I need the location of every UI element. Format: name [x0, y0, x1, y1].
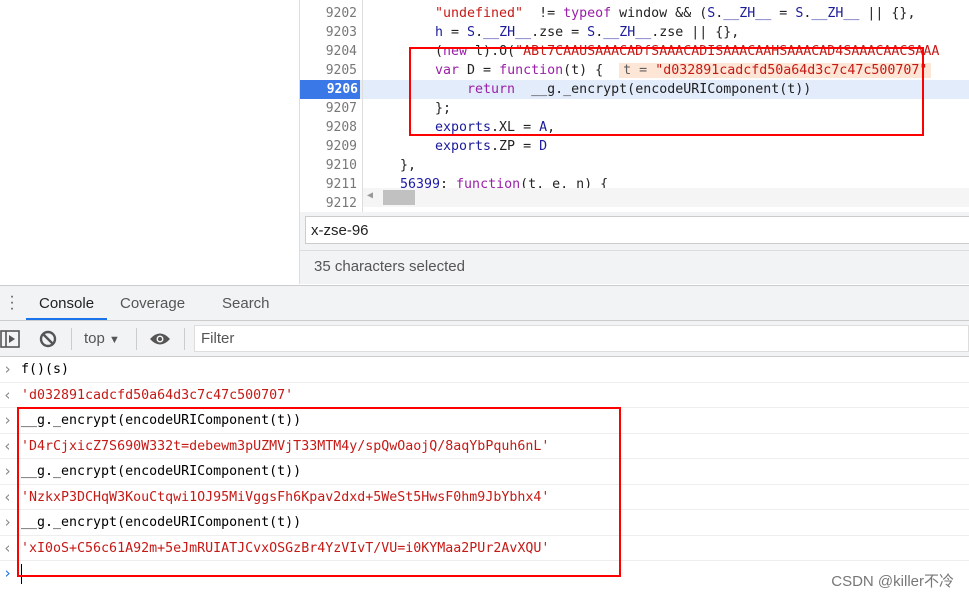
- code-token: .: [475, 25, 484, 40]
- console-text: 'd032891cadcfd50a64d3c7c47c500707': [21, 387, 294, 403]
- line-number[interactable]: 9208: [300, 118, 357, 137]
- code-token: =: [771, 6, 796, 21]
- input-chevron-icon: ›: [3, 411, 13, 429]
- divider: [71, 328, 72, 350]
- line-number[interactable]: 9205: [300, 61, 357, 80]
- line-number[interactable]: 9210: [300, 156, 357, 175]
- console-input-row: › f()(s): [0, 357, 969, 383]
- gutter-divider: [362, 0, 363, 212]
- filter-input[interactable]: Filter: [194, 325, 969, 352]
- console-result-row: ‹ 'd032891cadcfd50a64d3c7c47c500707': [0, 383, 969, 408]
- line-number[interactable]: 9204: [300, 42, 357, 61]
- code-token: exports: [435, 139, 492, 154]
- code-token: =: [443, 25, 468, 40]
- highlight-box-code: [409, 47, 924, 136]
- tab-console[interactable]: Console: [39, 295, 94, 312]
- horizontal-scrollbar[interactable]: ◀: [363, 188, 969, 207]
- code-token: D: [539, 139, 548, 154]
- line-number[interactable]: 9209: [300, 137, 357, 156]
- input-chevron-icon: ›: [3, 360, 13, 378]
- active-tab-indicator: [26, 318, 107, 320]
- code-line: 9202 "undefined" != typeof window && (S._…: [300, 4, 969, 23]
- dropdown-arrow-icon: ▼: [109, 334, 120, 346]
- input-chevron-icon: ›: [3, 462, 13, 480]
- result-chevron-icon: ‹: [3, 487, 13, 506]
- code-token: S: [467, 25, 476, 40]
- console-toolbar: top ▼ Filter: [0, 321, 969, 357]
- line-number[interactable]: 9206: [300, 80, 360, 99]
- code-token: window && (: [611, 6, 708, 21]
- highlight-box-console: [17, 407, 621, 577]
- drawer-tabs: · · · Console Coverage Search: [0, 285, 969, 321]
- code-token: || {},: [859, 6, 916, 21]
- code-token: typeof: [563, 6, 612, 21]
- more-options-icon[interactable]: · · ·: [9, 289, 15, 317]
- search-bar: 35 characters selected: [299, 212, 969, 284]
- search-input[interactable]: [305, 216, 969, 244]
- line-number[interactable]: 9211: [300, 175, 357, 194]
- code-text: h = S.__ZH__.zse = S.__ZH__.zse || {},: [435, 23, 739, 42]
- result-chevron-icon: ‹: [3, 385, 13, 404]
- tab-coverage[interactable]: Coverage: [120, 295, 185, 312]
- code-token: .zse =: [531, 25, 588, 40]
- scrollbar-thumb[interactable]: [383, 190, 415, 205]
- code-token: .: [595, 25, 604, 40]
- divider: [136, 328, 137, 350]
- input-chevron-icon: ›: [3, 513, 13, 531]
- code-line: 9203 h = S.__ZH__.zse = S.__ZH__.zse || {…: [300, 23, 969, 42]
- clear-console-icon[interactable]: [39, 330, 57, 348]
- line-number[interactable]: 9212: [300, 194, 357, 212]
- code-token: __ZH__: [603, 25, 652, 40]
- result-chevron-icon: ‹: [3, 538, 13, 557]
- code-token: "undefined": [435, 6, 524, 21]
- code-token: !=: [523, 6, 564, 21]
- code-text: "undefined" != typeof window && (S.__ZH_…: [435, 4, 915, 23]
- tab-search[interactable]: Search: [222, 295, 270, 312]
- code-text: },: [400, 156, 416, 175]
- code-token: __ZH__: [811, 6, 860, 21]
- code-line: 9210},: [300, 156, 969, 175]
- context-value: top: [84, 330, 105, 347]
- code-token: },: [400, 158, 417, 173]
- code-text: exports.ZP = D: [435, 137, 547, 156]
- code-line: 9209 exports.ZP = D: [300, 137, 969, 156]
- divider: [300, 250, 969, 251]
- code-token: .zse || {},: [651, 25, 740, 40]
- code-token: h: [435, 25, 444, 40]
- line-number[interactable]: 9202: [300, 4, 357, 23]
- scroll-left-icon[interactable]: ◀: [367, 190, 373, 201]
- code-token: __ZH__: [723, 6, 772, 21]
- code-token: S: [587, 25, 596, 40]
- code-token: __ZH__: [483, 25, 532, 40]
- watermark: CSDN @killer不冷: [831, 573, 954, 590]
- selection-status: 35 characters selected: [314, 258, 465, 275]
- context-selector[interactable]: top ▼: [84, 330, 120, 347]
- code-token: .ZP =: [491, 139, 540, 154]
- result-chevron-icon: ‹: [3, 436, 13, 455]
- sidebar-toggle-icon[interactable]: [0, 330, 20, 348]
- prompt-chevron-icon: ›: [3, 564, 13, 582]
- console-text: f()(s): [21, 362, 70, 377]
- eye-icon[interactable]: [149, 331, 171, 347]
- line-number[interactable]: 9203: [300, 23, 357, 42]
- line-number[interactable]: 9207: [300, 99, 357, 118]
- divider: [184, 328, 185, 350]
